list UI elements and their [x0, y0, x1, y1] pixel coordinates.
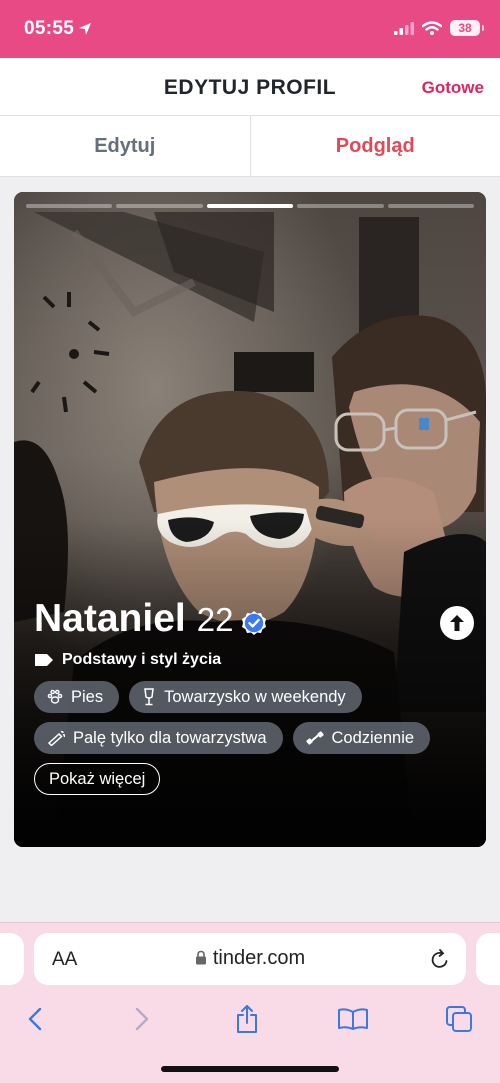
chip-label: Codziennie: [331, 728, 415, 747]
chip-label: Palę tylko dla towarzystwa: [73, 728, 267, 747]
lifestyle-section-label: Podstawy i styl życia: [34, 651, 474, 669]
address-bar[interactable]: AA tinder.com: [34, 933, 466, 985]
status-bar: 05:55 38: [0, 0, 500, 58]
chip-label: Pies: [71, 687, 104, 706]
dumbbell-icon: [305, 731, 324, 745]
tab-preview[interactable]: Podgląd: [249, 116, 500, 176]
next-tab-preview[interactable]: [476, 933, 500, 985]
share-button[interactable]: [227, 999, 267, 1039]
wifi-icon: [422, 21, 442, 35]
share-icon: [237, 1005, 257, 1033]
browser-toolbar: [0, 999, 500, 1039]
url-text: tinder.com: [212, 947, 306, 969]
name-row: Nataniel 22: [34, 597, 474, 641]
profile-age: 22: [196, 601, 234, 638]
book-icon: [338, 1008, 368, 1030]
verified-badge-icon: [242, 611, 267, 635]
photo-progress-segment[interactable]: [297, 204, 384, 208]
forward-button[interactable]: [122, 999, 162, 1039]
glass-icon: [144, 688, 154, 706]
chevron-right-icon: [135, 1007, 149, 1031]
url-display[interactable]: tinder.com: [34, 947, 466, 970]
photo-progress-segment[interactable]: [26, 204, 113, 208]
previous-tab-preview[interactable]: [0, 933, 24, 985]
time-text: 05:55: [24, 18, 75, 39]
chip-smoking: Palę tylko dla towarzystwa: [34, 722, 283, 754]
arrow-up-icon: [450, 615, 464, 631]
home-indicator[interactable]: [161, 1066, 339, 1072]
cellular-signal-icon: [394, 21, 414, 35]
location-arrow-icon: [79, 23, 92, 35]
reload-icon[interactable]: [430, 948, 450, 970]
photo-progress-segment[interactable]: [387, 204, 475, 208]
chip-label: Towarzysko w weekendy: [164, 687, 346, 706]
cigarette-icon: [47, 730, 65, 746]
photo-progress-segment[interactable]: [116, 204, 203, 208]
lock-icon: [195, 950, 206, 965]
photo-progress-segment-active[interactable]: [206, 204, 294, 208]
lifestyle-chips: Pies Towarzysko w weekendy Palę tylko dl…: [34, 681, 474, 754]
expand-profile-button[interactable]: [440, 606, 474, 640]
top-header: EDYTUJ PROFIL Gotowe: [0, 58, 500, 116]
tab-edit[interactable]: Edytuj: [0, 116, 250, 176]
tabs-icon: [446, 1006, 472, 1032]
show-more-button[interactable]: Pokaż więcej: [34, 763, 161, 795]
edit-preview-tabs: Edytuj Podgląd: [0, 116, 500, 177]
section-label-text: Podstawy i styl życia: [62, 651, 222, 668]
profile-name: Nataniel: [34, 597, 186, 640]
paw-icon: [47, 689, 63, 704]
tag-icon: [35, 654, 53, 666]
photo-progress-indicator: [26, 204, 475, 208]
bookmarks-button[interactable]: [333, 999, 373, 1039]
chip-workout: Codziennie: [292, 722, 431, 754]
tabs-button[interactable]: [439, 999, 479, 1039]
chip-drinking: Towarzysko w weekendy: [129, 681, 362, 713]
browser-bar: AA tinder.com: [0, 922, 500, 1083]
profile-info: Nataniel 22 Podstawy i styl życia Pies T…: [34, 597, 474, 795]
back-button[interactable]: [15, 999, 55, 1039]
profile-card[interactable]: Nataniel 22 Podstawy i styl życia Pies T…: [14, 192, 486, 847]
battery-icon: 38: [450, 20, 484, 36]
status-time: 05:55: [24, 18, 92, 40]
chip-pets: Pies: [34, 681, 120, 713]
status-icons: 38: [394, 20, 484, 36]
done-button[interactable]: Gotowe: [422, 78, 484, 98]
chevron-left-icon: [28, 1007, 42, 1031]
